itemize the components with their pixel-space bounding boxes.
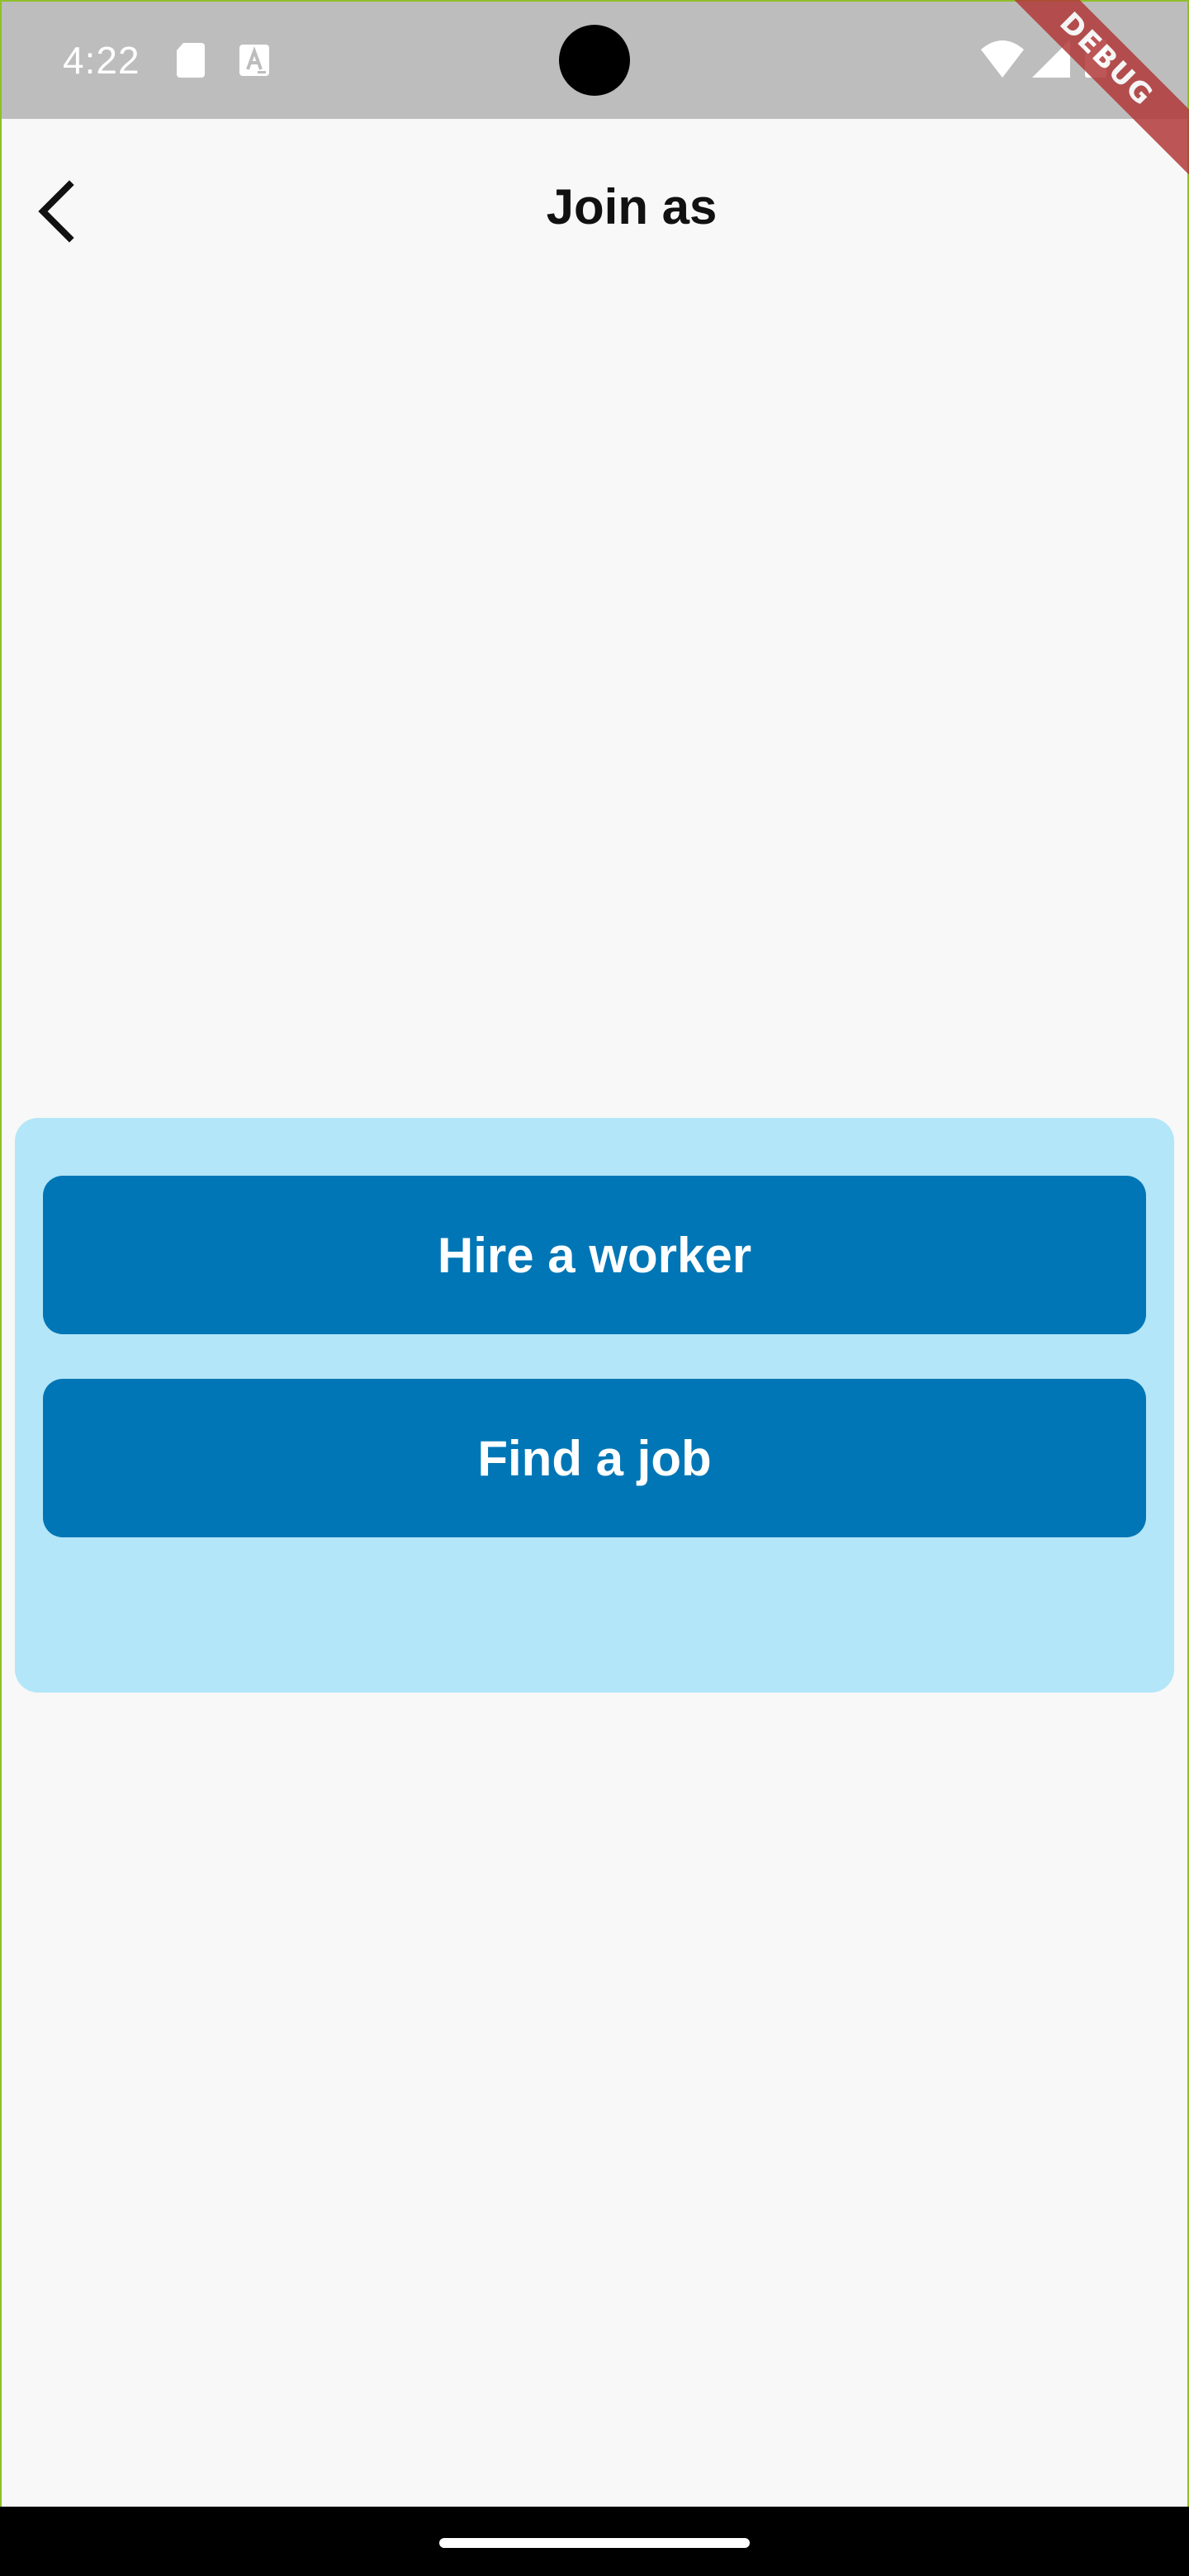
wifi-icon (981, 40, 1024, 78)
system-nav-bar (0, 2507, 1189, 2576)
app-screen: 4:22 DEBUG Join as Hire a worker Find a … (0, 0, 1189, 2576)
status-time: 4:22 (63, 39, 140, 82)
text-a-icon (239, 45, 269, 76)
app-bar: Join as (0, 119, 1189, 305)
hire-worker-button[interactable]: Hire a worker (43, 1176, 1146, 1334)
sd-card-icon (177, 43, 205, 78)
page-title: Join as (546, 179, 718, 234)
home-indicator[interactable] (439, 2538, 750, 2548)
find-job-button[interactable]: Find a job (43, 1379, 1146, 1537)
front-camera (559, 25, 630, 96)
join-options-card: Hire a worker Find a job (15, 1118, 1174, 1693)
status-bar: 4:22 (0, 0, 1189, 119)
